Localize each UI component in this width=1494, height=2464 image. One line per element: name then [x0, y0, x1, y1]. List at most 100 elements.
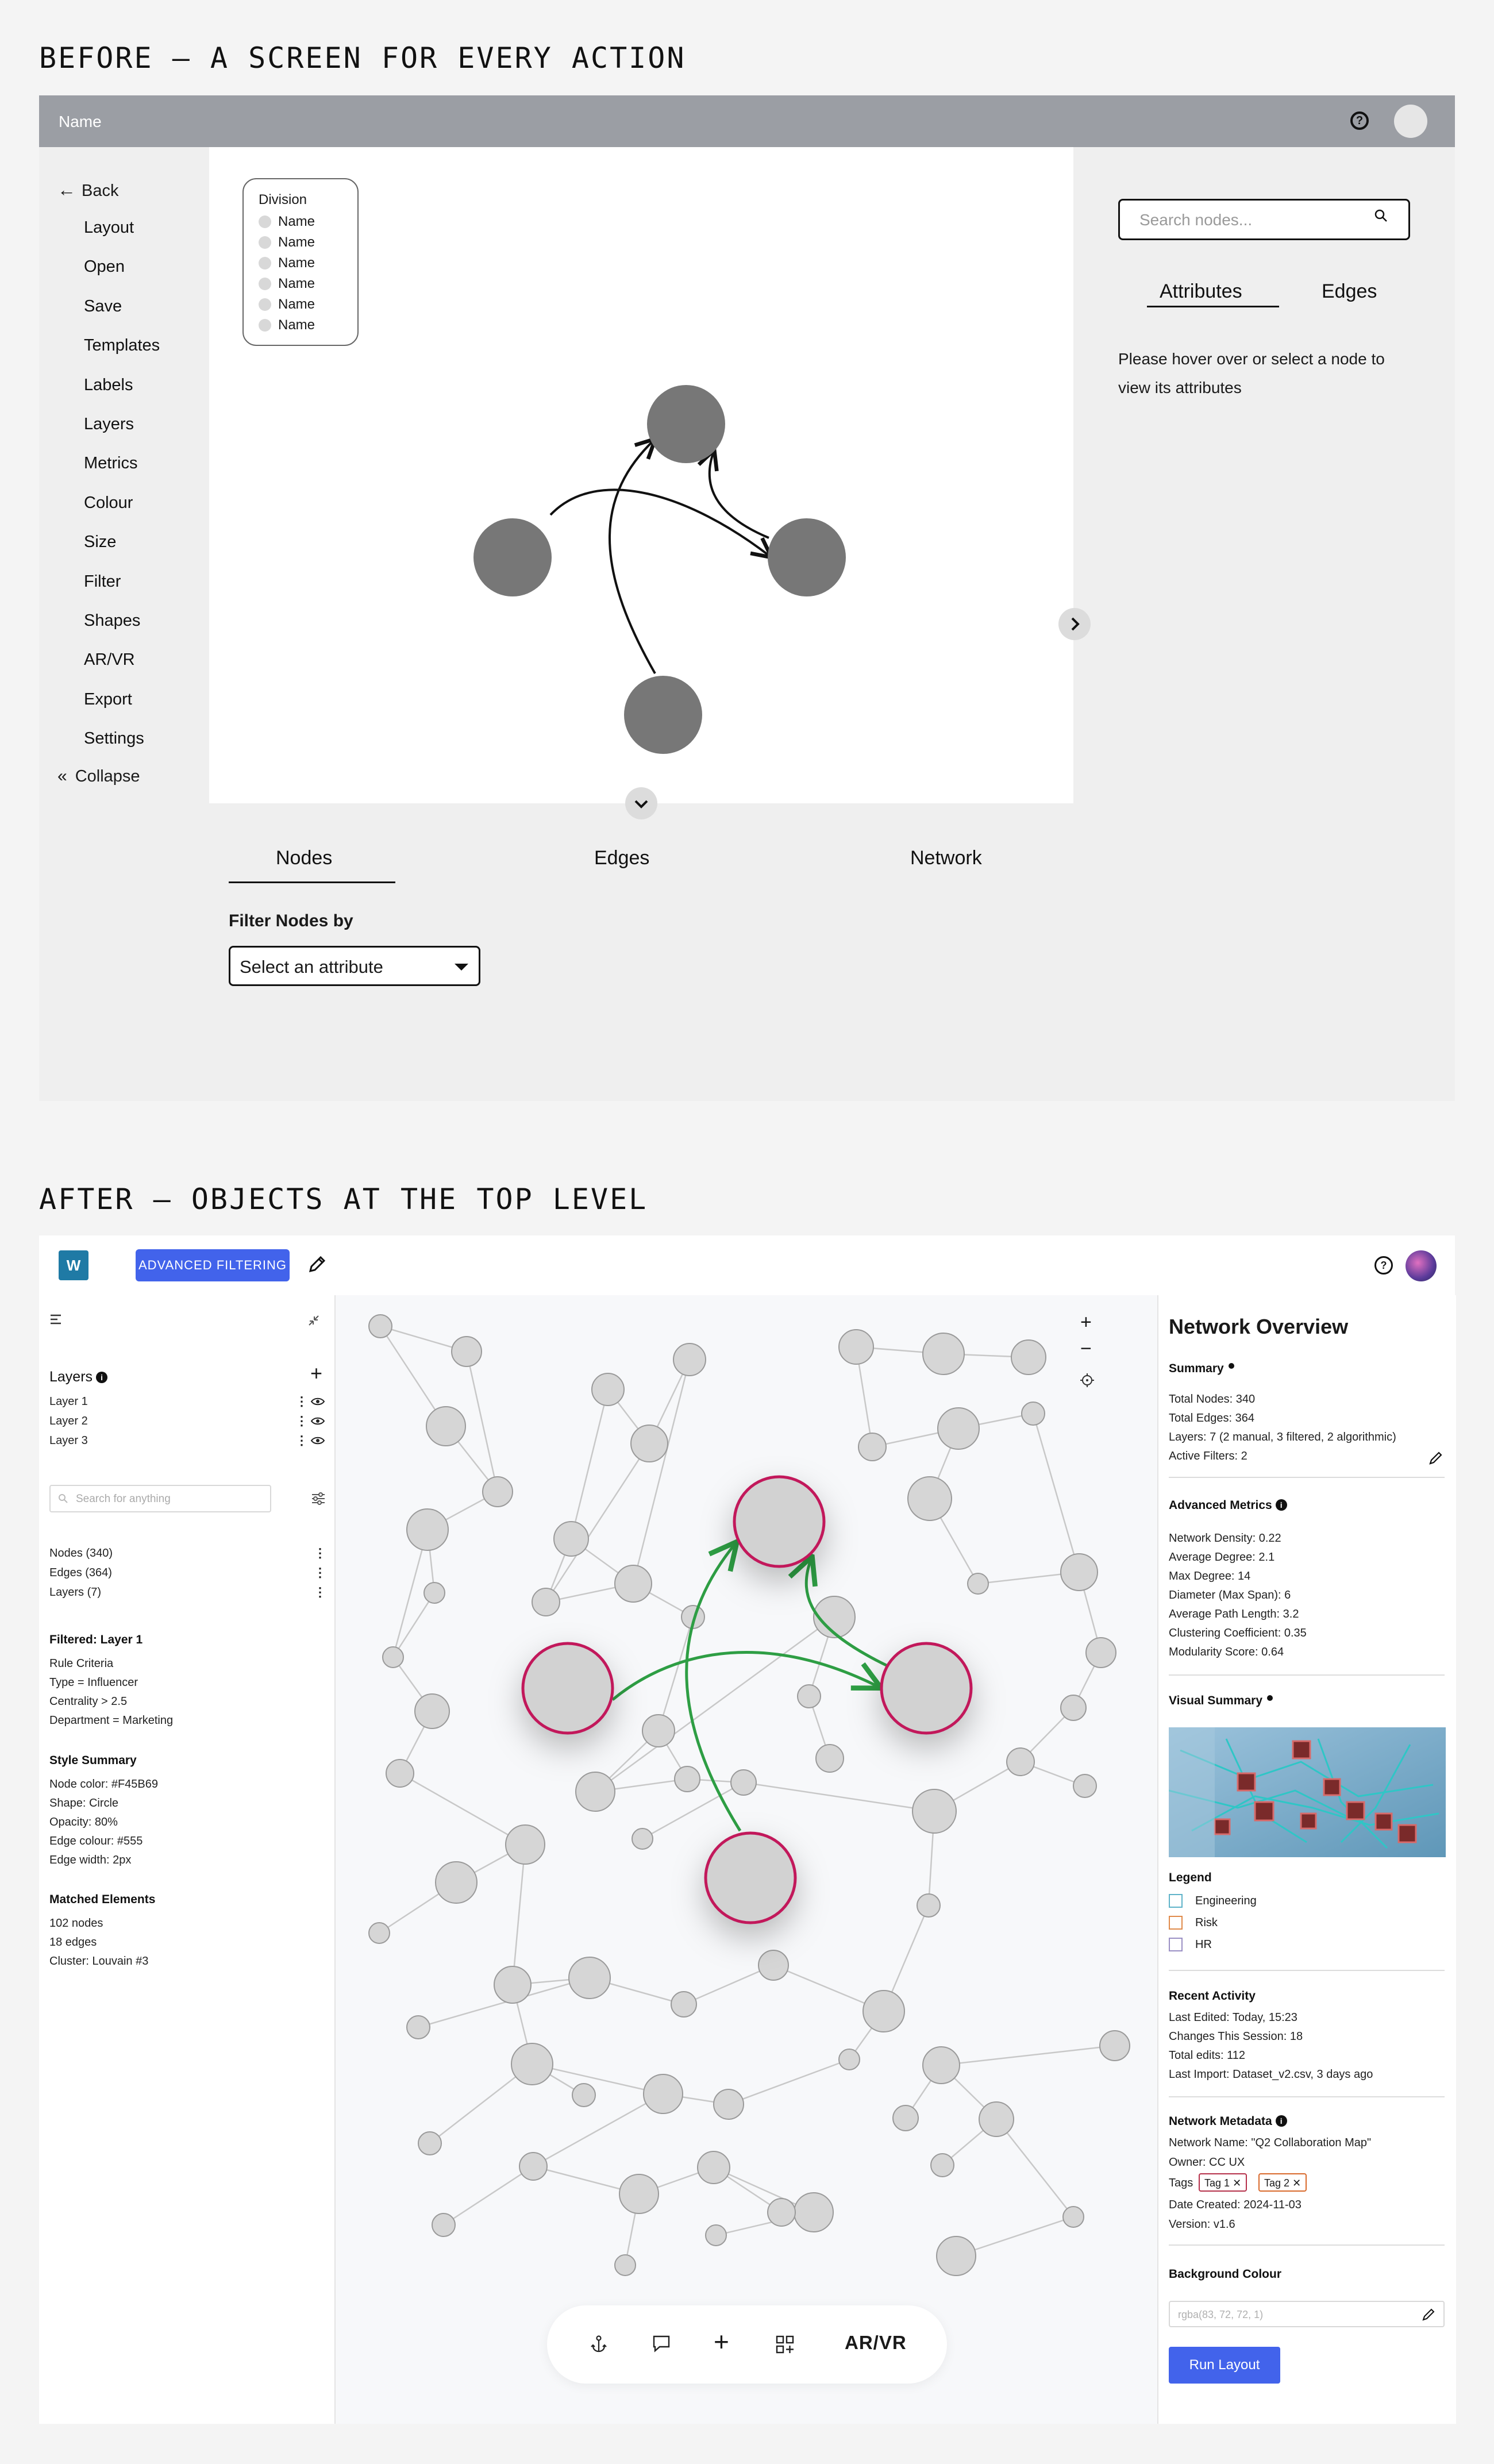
background-colour-input[interactable]: rgba(83, 72, 72, 1)	[1169, 2301, 1445, 2327]
graph-node[interactable]	[838, 1329, 874, 1365]
graph-node[interactable]	[922, 2046, 960, 2084]
graph-node[interactable]	[614, 2254, 636, 2276]
info-icon	[1228, 1363, 1234, 1369]
graph-node[interactable]	[572, 2083, 596, 2107]
graph-node[interactable]	[414, 1693, 450, 1729]
summary-title-label: Summary	[1169, 1362, 1224, 1375]
anchor-icon[interactable]	[588, 2334, 609, 2355]
visual-summary-thumbnail[interactable]	[1169, 1727, 1446, 1857]
graph-node[interactable]	[386, 1759, 414, 1788]
graph-node[interactable]	[937, 1407, 980, 1450]
graph-node[interactable]	[505, 1824, 545, 1865]
graph-node[interactable]	[1021, 1402, 1045, 1426]
tag-chip[interactable]: Tag 2 ✕	[1258, 2173, 1307, 2192]
graph-node[interactable]	[1085, 1637, 1116, 1668]
graph-node[interactable]	[797, 1684, 821, 1708]
graph-node[interactable]	[1062, 2206, 1084, 2228]
graph-node[interactable]	[451, 1336, 482, 1367]
legend-swatch-icon	[1169, 1894, 1183, 1908]
divider	[1169, 1477, 1445, 1478]
graph-node[interactable]	[632, 1828, 653, 1850]
graph-node[interactable]	[697, 2151, 730, 2184]
graph-node[interactable]	[619, 2174, 659, 2214]
close-icon[interactable]: ✕	[1233, 2177, 1241, 2189]
graph-node[interactable]	[907, 1476, 952, 1521]
graph-node[interactable]	[406, 1508, 449, 1551]
graph-node[interactable]	[426, 1406, 466, 1446]
graph-node[interactable]	[368, 1314, 392, 1338]
legend-item[interactable]: Engineering	[1169, 1894, 1257, 1908]
graph-node[interactable]	[553, 1521, 589, 1557]
graph-node[interactable]	[568, 1957, 611, 1999]
graph-node[interactable]	[674, 1766, 700, 1792]
add-icon[interactable]: +	[714, 2327, 729, 2356]
graph-node[interactable]	[858, 1433, 887, 1461]
graph-node[interactable]	[1011, 1339, 1046, 1375]
graph-node[interactable]	[1060, 1695, 1087, 1721]
legend-item[interactable]: HR	[1169, 1938, 1212, 1951]
graph-node[interactable]	[862, 1990, 905, 2032]
tags-label: Tags	[1169, 2177, 1193, 2189]
close-icon[interactable]: ✕	[1292, 2177, 1301, 2189]
graph-node[interactable]	[511, 2043, 553, 2085]
graph-node[interactable]	[435, 1861, 478, 1904]
graph-node[interactable]	[630, 1424, 668, 1462]
graph-node[interactable]	[892, 2105, 919, 2131]
graph-node[interactable]	[794, 2192, 834, 2232]
graph-node[interactable]	[1006, 1747, 1035, 1776]
comment-icon[interactable]	[650, 2333, 672, 2355]
graph-node[interactable]	[815, 1744, 844, 1773]
zoom-out-button[interactable]: −	[1080, 1338, 1092, 1360]
graph-node[interactable]	[368, 1922, 390, 1944]
pencil-icon[interactable]	[1427, 1449, 1445, 1466]
graph-node[interactable]	[705, 2224, 727, 2246]
graph-node[interactable]	[614, 1565, 652, 1603]
graph-node[interactable]	[423, 1582, 445, 1604]
grid-add-icon[interactable]	[775, 2334, 795, 2355]
graph-node[interactable]	[418, 2131, 442, 2155]
advanced-metrics-title: Advanced Metrics i	[1169, 1499, 1287, 1512]
graph-node[interactable]	[767, 2198, 796, 2227]
graph-node[interactable]	[591, 1373, 625, 1406]
graph-node[interactable]	[922, 1333, 965, 1375]
highlighted-node[interactable]	[733, 1475, 826, 1568]
graph-node[interactable]	[917, 1893, 941, 1918]
graph-node[interactable]	[838, 2049, 860, 2070]
graph-node[interactable]	[673, 1343, 706, 1376]
graph-node[interactable]	[713, 2089, 744, 2120]
legend-item[interactable]: Risk	[1169, 1916, 1218, 1930]
graph-node[interactable]	[406, 2015, 430, 2039]
tag-chip[interactable]: Tag 1 ✕	[1199, 2173, 1247, 2192]
graph-node[interactable]	[432, 2213, 456, 2237]
graph-node[interactable]	[575, 1772, 615, 1812]
highlighted-node[interactable]	[880, 1642, 973, 1735]
highlighted-node[interactable]	[704, 1831, 797, 1924]
run-layout-button[interactable]: Run Layout	[1169, 2347, 1280, 2384]
graph-node[interactable]	[912, 1789, 957, 1834]
graph-node[interactable]	[642, 1714, 675, 1747]
graph-node[interactable]	[482, 1476, 513, 1507]
graph-node[interactable]	[643, 2074, 683, 2114]
graph-node[interactable]	[1099, 2030, 1130, 2061]
graph-node[interactable]	[936, 2236, 976, 2276]
graph-node[interactable]	[930, 2153, 954, 2177]
graph-node[interactable]	[494, 1966, 532, 2004]
graph-node[interactable]	[967, 1573, 989, 1595]
graph-node[interactable]	[1073, 1774, 1097, 1798]
ar-vr-button[interactable]: AR/VR	[845, 2332, 907, 2354]
graph-node[interactable]	[532, 1588, 560, 1616]
graph-node[interactable]	[979, 2101, 1014, 2137]
zoom-in-button[interactable]: +	[1080, 1311, 1092, 1334]
recenter-icon[interactable]	[1079, 1372, 1095, 1388]
graph-node[interactable]	[671, 1991, 697, 2018]
pencil-icon[interactable]	[1420, 2307, 1437, 2323]
graph-node[interactable]	[519, 2152, 548, 2181]
graph-node[interactable]	[730, 1769, 757, 1796]
metric-line: Max Degree: 14	[1169, 1570, 1251, 1583]
graph-node[interactable]	[382, 1646, 404, 1668]
network-overview-title: Network Overview	[1169, 1315, 1349, 1338]
graph-node[interactable]	[1060, 1553, 1098, 1591]
highlighted-node[interactable]	[521, 1642, 614, 1735]
visual-summary-label: Visual Summary	[1169, 1694, 1263, 1707]
graph-node[interactable]	[758, 1950, 789, 1981]
